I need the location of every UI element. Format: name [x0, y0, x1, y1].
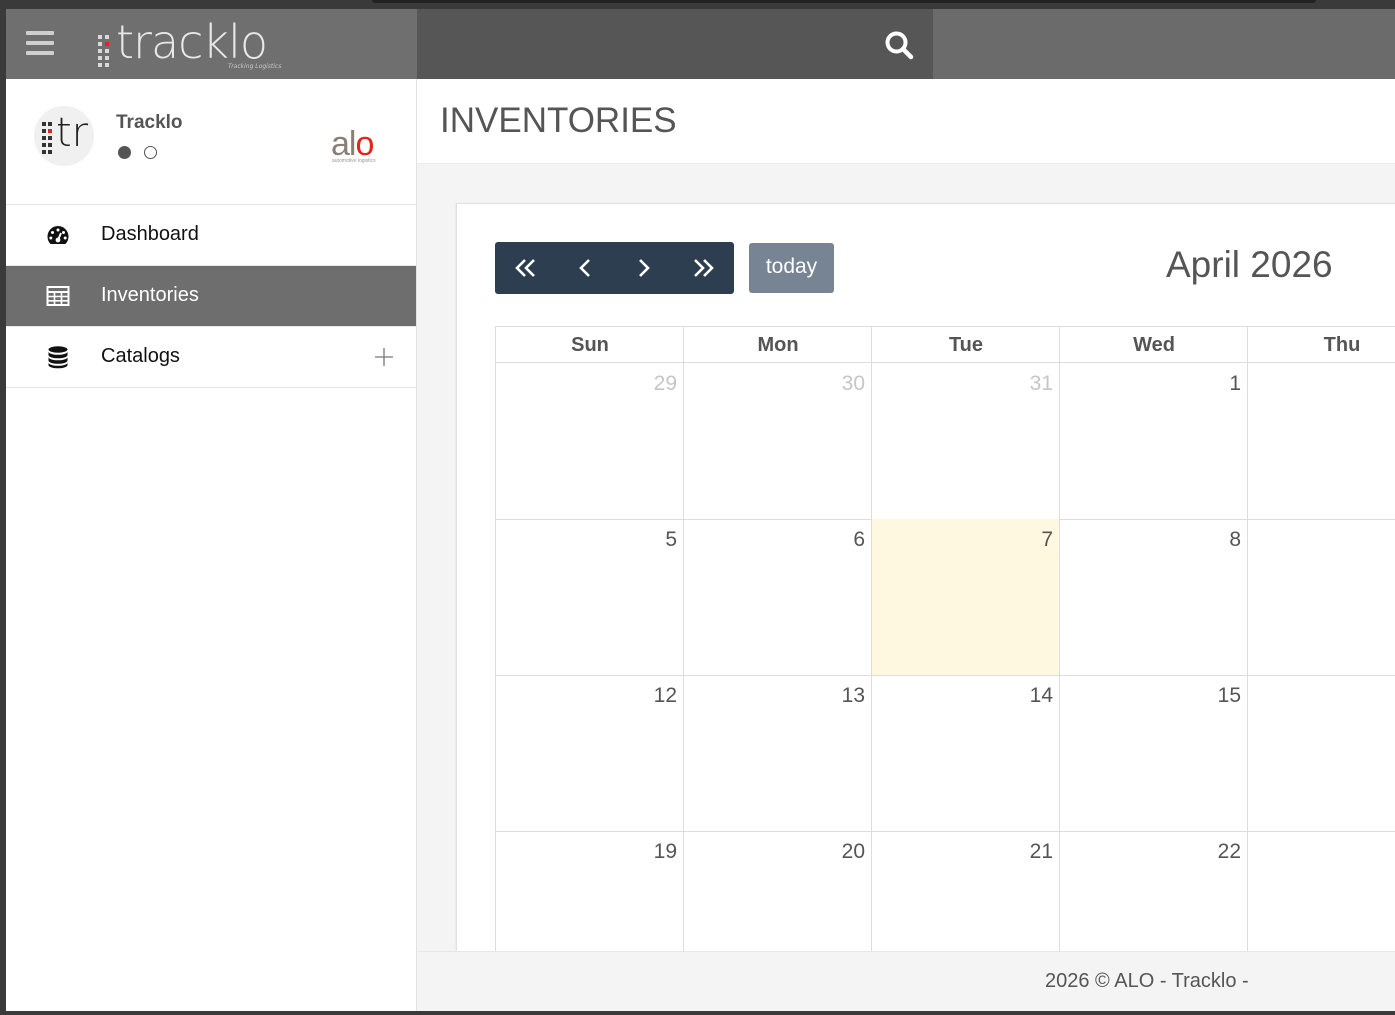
day-number: 31	[1029, 372, 1053, 395]
month-title: April 2026	[1166, 244, 1333, 285]
day-number: 19	[653, 840, 677, 863]
today-button[interactable]: today	[749, 243, 834, 293]
window-top-edge	[372, 0, 1316, 3]
page-header: INVENTORIES	[417, 79, 1395, 164]
partner-logo: alo automotive logistics	[331, 125, 376, 164]
calendar-day-cell[interactable]: 31	[871, 363, 1059, 520]
logo-dots	[98, 35, 102, 70]
status-indicators	[118, 144, 170, 163]
top-navbar: tracklo Tracking Logistics	[6, 9, 1395, 79]
day-number: 7	[1041, 528, 1053, 551]
weekday-header-tue: Tue	[871, 326, 1060, 363]
day-number: 30	[841, 372, 865, 395]
search-area	[417, 9, 933, 79]
calendar-day-cell[interactable]: 29	[495, 363, 683, 520]
footer: 2026 © ALO - Tracklo -	[417, 951, 1395, 1011]
weekday-header-sun: Sun	[495, 326, 684, 363]
calendar-day-cell[interactable]: 6	[683, 519, 871, 676]
logo-wordmark: tracklo	[116, 15, 268, 69]
expand-plus-icon[interactable]	[374, 347, 394, 367]
calendar-nav-buttons	[495, 242, 734, 294]
weekday-header-thu: Thu	[1247, 326, 1395, 363]
chevron-right-icon	[639, 259, 650, 277]
day-number: 8	[1229, 528, 1241, 551]
day-number: 1	[1229, 372, 1241, 395]
calendar-day-cell[interactable]	[1247, 675, 1395, 832]
page-title: INVENTORIES	[440, 101, 677, 140]
double-chevron-right-icon	[694, 259, 714, 277]
weekday-header-mon: Mon	[683, 326, 872, 363]
day-number: 29	[653, 372, 677, 395]
next-year-button[interactable]	[675, 242, 734, 294]
sidebar-item-label: Inventories	[101, 284, 199, 306]
status-dot-filled-icon	[118, 146, 131, 159]
day-number: 22	[1217, 840, 1241, 863]
calendar-day-cell[interactable]: 15	[1059, 675, 1247, 832]
database-icon	[48, 346, 68, 369]
sidebar-item-label: Catalogs	[101, 345, 180, 367]
calendar-day-cell[interactable]: 21	[871, 831, 1059, 964]
user-profile: tr Tracklo alo automotive logistics	[6, 79, 416, 205]
day-number: 6	[853, 528, 865, 551]
calendar-day-today[interactable]: 7	[871, 519, 1059, 676]
calendar-day-cell[interactable]: 20	[683, 831, 871, 964]
calendar-card: today April 2026 Sun Mon Tue Wed Thu 29 30 31 1 5…	[456, 203, 1395, 965]
chevron-left-icon	[579, 259, 590, 277]
status-dot-empty-icon	[144, 146, 157, 159]
calendar-day-cell[interactable]: 5	[495, 519, 683, 676]
prev-year-button[interactable]	[495, 242, 554, 294]
day-number: 12	[653, 684, 677, 707]
calendar-day-cell[interactable]	[1247, 363, 1395, 520]
app-window: tracklo Tracking Logistics tr Tracklo al…	[6, 9, 1395, 1011]
calendar-day-cell[interactable]	[1247, 519, 1395, 676]
hamburger-menu-icon[interactable]	[26, 31, 54, 55]
calendar-day-cell[interactable]: 12	[495, 675, 683, 832]
avatar[interactable]: tr	[34, 106, 94, 166]
sidebar-item-dashboard[interactable]: Dashboard	[6, 205, 416, 266]
calendar-day-cell[interactable]	[1247, 831, 1395, 964]
avatar-text: tr	[56, 110, 89, 156]
footer-text: 2026 © ALO - Tracklo -	[1045, 970, 1249, 992]
double-chevron-left-icon	[515, 259, 535, 277]
day-number: 14	[1029, 684, 1053, 707]
calendar-day-cell[interactable]: 30	[683, 363, 871, 520]
dashboard-gauge-icon	[47, 226, 69, 244]
calendar-day-cell[interactable]: 22	[1059, 831, 1247, 964]
next-month-button[interactable]	[615, 242, 674, 294]
day-number: 15	[1217, 684, 1241, 707]
weekday-header-wed: Wed	[1059, 326, 1248, 363]
calendar-day-cell[interactable]: 13	[683, 675, 871, 832]
day-number: 20	[841, 840, 865, 863]
day-number: 21	[1029, 840, 1053, 863]
sidebar-item-catalogs[interactable]: Catalogs	[6, 327, 416, 388]
calendar-day-cell[interactable]: 14	[871, 675, 1059, 832]
logo-tagline: Tracking Logistics	[228, 63, 282, 70]
calendar-day-cell[interactable]: 8	[1059, 519, 1247, 676]
brand-area: tracklo Tracking Logistics	[6, 9, 417, 79]
table-grid-icon	[46, 286, 70, 306]
calendar-day-cell[interactable]: 1	[1059, 363, 1247, 520]
prev-month-button[interactable]	[555, 242, 614, 294]
partner-tagline: automotive logistics	[332, 158, 376, 164]
main-content: INVENTORIES today April 2026 Sun Mon Tue We	[417, 79, 1395, 1011]
day-number: 5	[665, 528, 677, 551]
profile-name: Tracklo	[116, 112, 183, 133]
search-icon[interactable]	[884, 30, 914, 60]
sidebar: tr Tracklo alo automotive logistics Dash…	[6, 79, 417, 1011]
day-number: 13	[841, 684, 865, 707]
logo-dots-2	[105, 35, 109, 70]
sidebar-item-inventories[interactable]: Inventories	[6, 266, 416, 327]
sidebar-item-label: Dashboard	[101, 223, 199, 245]
calendar-day-cell[interactable]: 19	[495, 831, 683, 964]
